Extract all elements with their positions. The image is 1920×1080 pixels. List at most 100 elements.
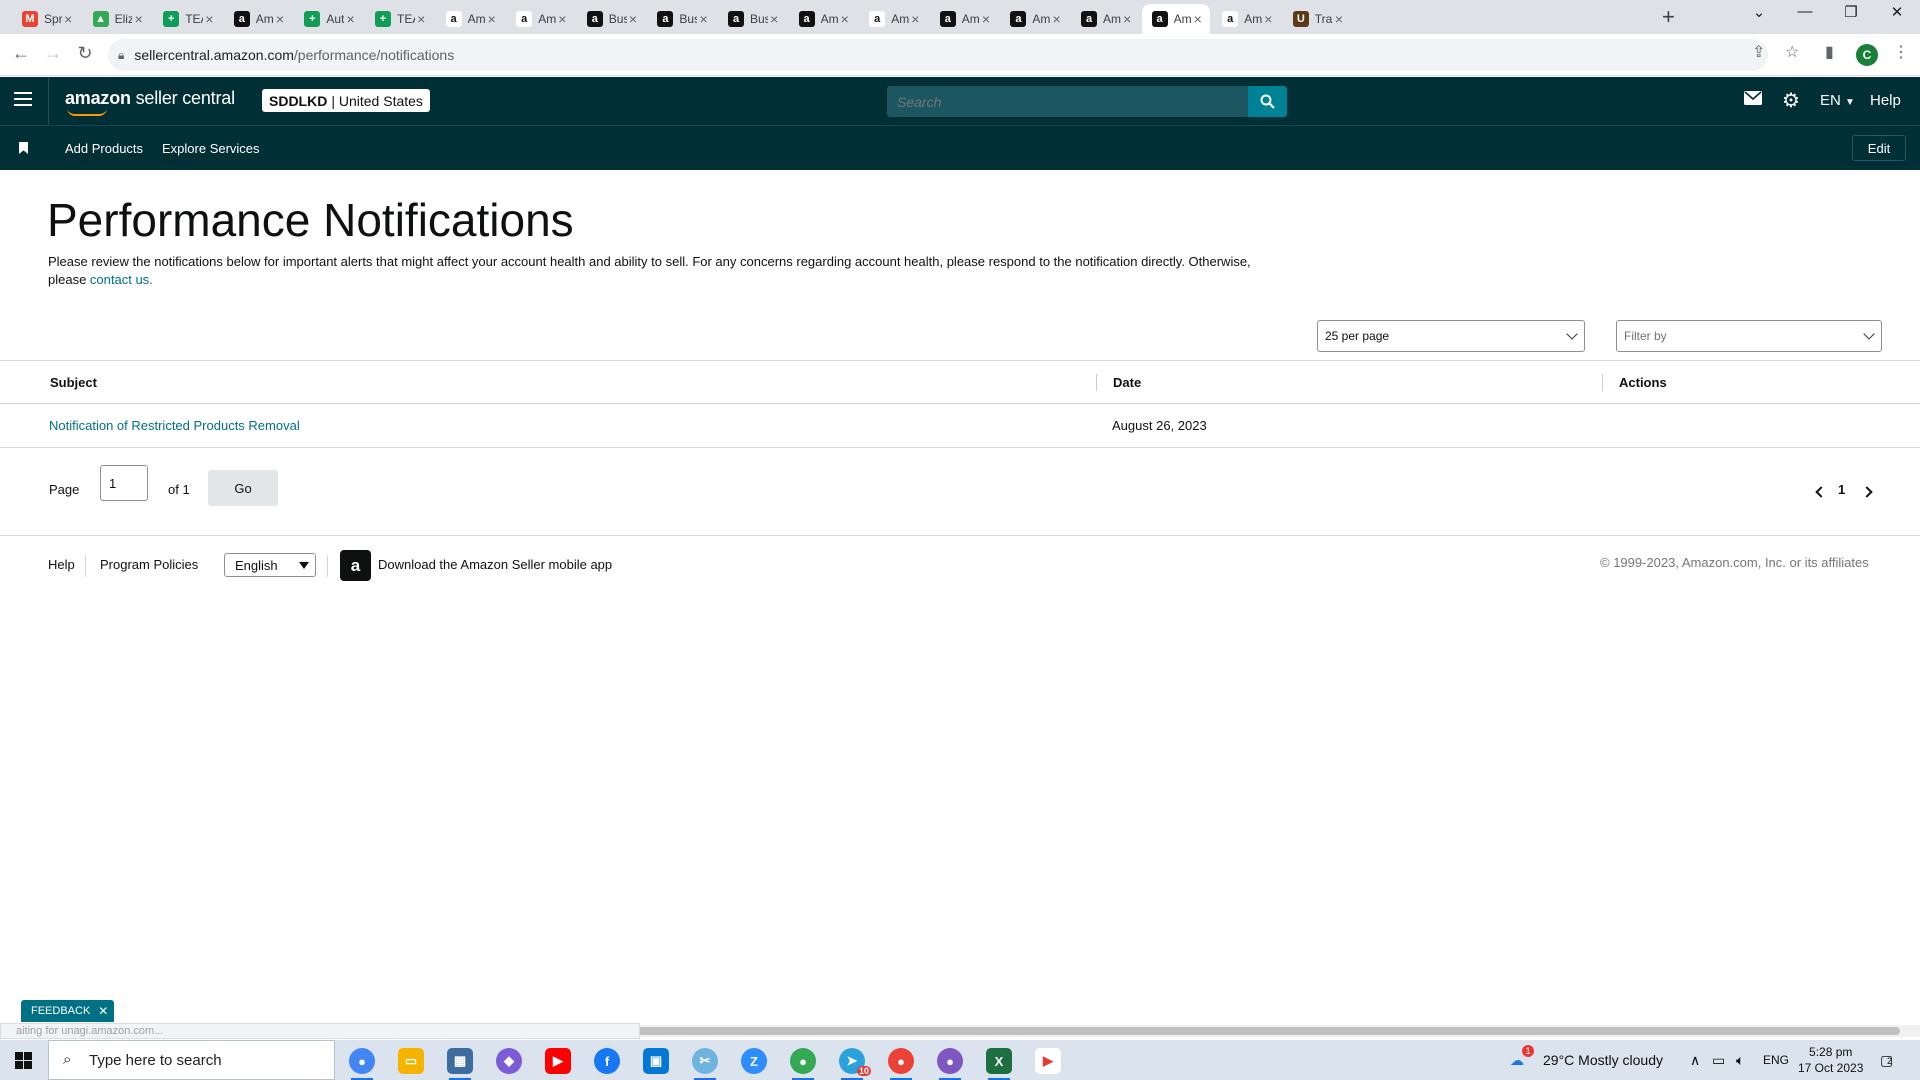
weather-text[interactable]: 29°C Mostly cloudy: [1543, 1052, 1663, 1068]
column-header-date[interactable]: Date: [1113, 375, 1141, 390]
go-button[interactable]: Go: [208, 470, 278, 506]
help-link[interactable]: Help: [1870, 92, 1901, 109]
chrome-icon[interactable]: ●: [349, 1048, 375, 1080]
tab-search-icon[interactable]: ⌄: [1736, 3, 1782, 21]
tab-close-icon[interactable]: ×: [1050, 11, 1063, 27]
store-switcher[interactable]: SDDLKD | United States: [262, 89, 430, 112]
tab-close-icon[interactable]: ×: [909, 11, 922, 27]
amazon-app-icon[interactable]: a: [340, 550, 371, 581]
profile-avatar[interactable]: C: [1856, 44, 1878, 66]
youtube-icon[interactable]: ▶: [545, 1048, 571, 1074]
input-language[interactable]: ENG: [1763, 1053, 1789, 1067]
bookmark-icon[interactable]: [19, 142, 28, 154]
copilot-icon[interactable]: ◆: [496, 1048, 522, 1074]
minimize-button[interactable]: —: [1782, 3, 1828, 20]
mail-icon[interactable]: [1744, 90, 1762, 110]
tab-close-icon[interactable]: ×: [627, 11, 640, 27]
tab-close-icon[interactable]: ×: [132, 11, 145, 27]
browser-tab[interactable]: a Am ×: [1071, 4, 1140, 34]
forward-icon[interactable]: →: [41, 43, 65, 64]
tab-close-icon[interactable]: ×: [838, 11, 851, 27]
snipping-tool-icon[interactable]: ✂: [692, 1048, 718, 1080]
contact-us-link[interactable]: contact us.: [90, 272, 153, 287]
tab-close-icon[interactable]: ×: [1333, 11, 1346, 27]
store-icon[interactable]: ▣: [643, 1048, 669, 1074]
footer-help-link[interactable]: Help: [48, 557, 75, 572]
browser-tab[interactable]: a Am ×: [224, 4, 293, 34]
back-icon[interactable]: ←: [9, 43, 33, 64]
tab-close-icon[interactable]: ×: [415, 11, 428, 27]
edit-bookmarks-button[interactable]: Edit: [1852, 135, 1906, 161]
menu-kebab-icon[interactable]: ⋮: [1893, 42, 1909, 62]
nav-explore-services[interactable]: Explore Services: [162, 141, 260, 156]
browser-tab[interactable]: a Am ×: [789, 4, 858, 34]
footer-program-policies-link[interactable]: Program Policies: [100, 557, 198, 572]
tab-close-icon[interactable]: ×: [556, 11, 569, 27]
tab-close-icon[interactable]: ×: [1191, 11, 1204, 27]
tab-close-icon[interactable]: ×: [274, 11, 287, 27]
file-explorer-icon[interactable]: ▭: [398, 1048, 424, 1074]
side-panel-icon[interactable]: ▮: [1825, 42, 1834, 62]
tab-close-icon[interactable]: ×: [768, 11, 781, 27]
browser-tab[interactable]: a Am ×: [436, 4, 505, 34]
previous-page-icon[interactable]: [1815, 486, 1827, 498]
browser-tab[interactable]: + Aut ×: [294, 4, 363, 34]
volume-icon[interactable]: 🔈︎: [1736, 1052, 1744, 1069]
page-number-link[interactable]: 1: [1838, 482, 1845, 497]
browser-tab[interactable]: a Am ×: [1000, 4, 1069, 34]
notification-subject-link[interactable]: Notification of Restricted Products Remo…: [49, 418, 300, 433]
filter-by-select[interactable]: Filter by: [1616, 320, 1882, 352]
browser-tab[interactable]: a Bus ×: [577, 4, 646, 34]
facebook-icon[interactable]: f: [594, 1048, 620, 1074]
search-button[interactable]: [1248, 86, 1287, 117]
tab-close-icon[interactable]: ×: [485, 11, 498, 27]
excel-icon[interactable]: X: [986, 1048, 1012, 1080]
settings-gear-icon[interactable]: ⚙: [1782, 88, 1800, 113]
browser-tab[interactable]: a Am ×: [859, 4, 928, 34]
download-app-link[interactable]: Download the Amazon Seller mobile app: [378, 557, 612, 572]
seller-central-logo[interactable]: amazon seller central: [65, 88, 235, 116]
telegram-icon[interactable]: ➤ 10: [839, 1048, 871, 1080]
share-icon[interactable]: ⇪: [1752, 42, 1765, 62]
network-icon[interactable]: ▭: [1712, 1052, 1725, 1069]
page-number-input[interactable]: [100, 465, 148, 501]
browser-tab[interactable]: a Bus ×: [718, 4, 787, 34]
browser-tab[interactable]: M Spr ×: [12, 4, 81, 34]
close-window-button[interactable]: ✕: [1874, 3, 1920, 21]
footer-language-select[interactable]: English: [224, 553, 316, 577]
taskbar-clock[interactable]: 5:28 pm 17 Oct 2023: [1798, 1044, 1863, 1076]
close-icon[interactable]: ✕: [98, 1004, 108, 1018]
calculator-icon[interactable]: ▦: [447, 1048, 473, 1080]
tab-close-icon[interactable]: ×: [980, 11, 993, 27]
weather-icon[interactable]: ☁: [1510, 1052, 1524, 1069]
tab-close-icon[interactable]: ×: [697, 11, 710, 27]
tab-close-icon[interactable]: ×: [203, 11, 216, 27]
language-selector[interactable]: EN ▼: [1820, 92, 1855, 109]
anydesk-icon[interactable]: ▶: [1035, 1048, 1061, 1074]
restore-button[interactable]: ❐: [1828, 3, 1874, 21]
browser-tab[interactable]: a Am ×: [1212, 4, 1281, 34]
taskbar-search-box[interactable]: ⌕ Type here to search: [48, 1040, 335, 1080]
search-input[interactable]: [887, 86, 1248, 117]
feedback-button[interactable]: FEEDBACK ✕: [21, 1000, 115, 1022]
new-tab-button[interactable]: +: [1662, 4, 1675, 30]
next-page-icon[interactable]: [1861, 486, 1873, 498]
address-bar[interactable]: 🔒︎ sellercentral.amazon.com/performance/…: [108, 39, 1768, 71]
tab-close-icon[interactable]: ×: [344, 11, 357, 27]
zoom-icon[interactable]: Z: [741, 1048, 767, 1074]
tab-close-icon[interactable]: ×: [1262, 11, 1275, 27]
browser-tab[interactable]: a Bus ×: [647, 4, 716, 34]
show-hidden-icons-icon[interactable]: ∧: [1690, 1052, 1700, 1069]
hamburger-menu-icon[interactable]: [14, 92, 32, 110]
nav-add-products[interactable]: Add Products: [65, 141, 143, 156]
chrome-profile-icon[interactable]: ●: [888, 1048, 914, 1080]
windows-start-icon[interactable]: [15, 1052, 32, 1069]
browser-tab[interactable]: U Tra ×: [1283, 4, 1352, 34]
column-header-subject[interactable]: Subject: [50, 375, 97, 390]
bookmark-star-icon[interactable]: ☆: [1785, 42, 1799, 62]
tab-close-icon[interactable]: ×: [62, 11, 75, 27]
chrome-profile-icon[interactable]: ●: [937, 1048, 963, 1080]
browser-tab[interactable]: ▲ Eliz ×: [83, 4, 152, 34]
notification-center-icon[interactable]: ▢ 2: [1880, 1052, 1893, 1069]
browser-tab[interactable]: + TEA×: [365, 4, 434, 34]
